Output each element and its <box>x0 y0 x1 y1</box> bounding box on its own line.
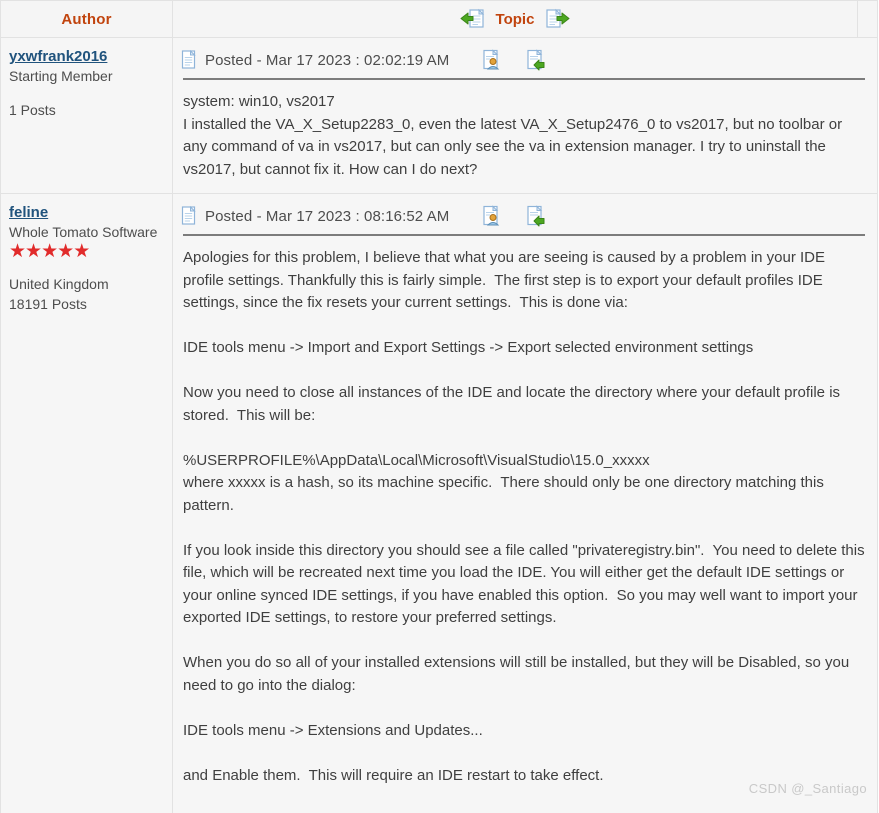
star-icon: ★ <box>41 241 58 262</box>
column-header-author-label: Author <box>61 10 112 28</box>
column-header-topic-label: Topic <box>495 10 535 28</box>
document-icon <box>181 49 198 70</box>
post-row: yxwfrank2016 Starting Member 1 Posts Pos… <box>0 38 878 194</box>
column-header-author: Author <box>1 1 173 37</box>
post-header-actions <box>482 205 546 227</box>
post-row: feline Whole Tomato Software ★★★★★ Unite… <box>0 194 878 813</box>
post-body-cell: Posted - Mar 17 2023 : 08:16:52 AM Apolo… <box>173 194 877 813</box>
author-name-link[interactable]: yxwfrank2016 <box>9 47 107 67</box>
user-profile-icon[interactable] <box>482 205 502 227</box>
author-title: Whole Tomato Software <box>9 224 158 240</box>
author-rating-stars: ★★★★★ <box>9 241 164 262</box>
document-icon <box>181 205 198 226</box>
next-topic-icon[interactable] <box>543 8 571 30</box>
column-header-topic: Topic <box>173 1 858 37</box>
post-header: Posted - Mar 17 2023 : 02:02:19 AM <box>181 47 867 73</box>
post-author-cell: yxwfrank2016 Starting Member 1 Posts <box>1 38 173 193</box>
post-timestamp: Posted - Mar 17 2023 : 08:16:52 AM <box>205 207 450 225</box>
post-author-cell: feline Whole Tomato Software ★★★★★ Unite… <box>1 194 173 813</box>
author-post-count: 1 Posts <box>9 102 56 118</box>
post-body-cell: Posted - Mar 17 2023 : 02:02:19 AM syste… <box>173 38 877 193</box>
post-body-text: system: win10, vs2017 I installed the VA… <box>183 93 843 178</box>
author-post-count: 18191 Posts <box>9 296 87 312</box>
author-location: United Kingdom <box>9 276 109 292</box>
author-name-link[interactable]: feline <box>9 203 48 223</box>
author-spacer <box>9 260 164 274</box>
star-icon: ★ <box>25 241 42 262</box>
star-icon: ★ <box>73 241 90 262</box>
post-timestamp: Posted - Mar 17 2023 : 02:02:19 AM <box>205 51 450 69</box>
reply-with-quote-icon[interactable] <box>526 49 546 71</box>
forum-topic-page: Author Topic yxwfrank2016 Starting Membe… <box>0 0 879 813</box>
post-body-text: Apologies for this problem, I believe th… <box>183 249 865 813</box>
author-spacer <box>9 86 164 100</box>
star-icon: ★ <box>9 241 26 262</box>
table-header-row: Author Topic <box>0 0 878 38</box>
post-header: Posted - Mar 17 2023 : 08:16:52 AM <box>181 203 867 229</box>
post-header-divider <box>183 234 865 236</box>
previous-topic-icon[interactable] <box>459 8 487 30</box>
star-icon: ★ <box>57 241 74 262</box>
column-header-spacer <box>858 1 877 37</box>
author-title: Starting Member <box>9 68 113 84</box>
post-header-divider <box>183 78 865 80</box>
post-header-actions <box>482 49 546 71</box>
reply-with-quote-icon[interactable] <box>526 205 546 227</box>
user-profile-icon[interactable] <box>482 49 502 71</box>
